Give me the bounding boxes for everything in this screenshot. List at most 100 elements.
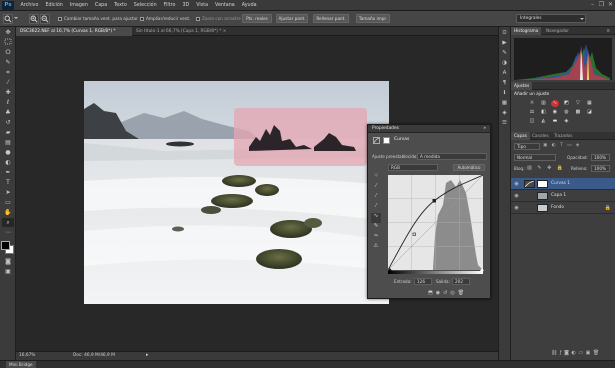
more-tools-icon[interactable]: ⋯ [2,228,14,237]
smooth-curve-icon[interactable]: ≈ [371,233,381,243]
tab-layers[interactable]: Capas [511,132,530,140]
hue-saturation-icon[interactable]: ▦ [585,100,593,107]
quick-mask-icon[interactable]: ◙ [2,257,14,266]
panel-collapse-icon[interactable]: » [483,125,486,133]
zoom-out-icon[interactable] [40,14,50,24]
tab-paths[interactable]: Trazados [551,132,575,140]
tab-channels[interactable]: Canales [529,132,552,140]
mini-bridge-tab[interactable]: Mini Bridge [6,361,36,368]
resize-windows-checkbox[interactable] [58,17,62,21]
menu-ventana[interactable]: Ventana [212,0,239,11]
foreground-color-swatch[interactable] [1,241,10,250]
layer-filter-icons[interactable]: ▣ ◐ T ▭ ◈ [543,143,593,150]
white-point-eyedropper-icon[interactable]: ⁄ [371,203,381,213]
fill-screen-button[interactable]: Rellenar pant. [313,14,349,23]
input-field[interactable]: 126 [414,278,432,285]
channel-mixer-icon[interactable]: ◍ [562,109,570,116]
character-panel-icon[interactable]: A [500,69,509,77]
black-white-icon[interactable]: ◧ [539,109,547,116]
actual-pixels-button[interactable]: Pts. reales [242,14,272,23]
brush-tool-icon[interactable]: ℓ [2,98,14,107]
curves-icon[interactable]: ∿ [550,100,559,107]
tab-adjustments[interactable]: Ajustes [511,82,533,90]
move-tool-icon[interactable]: ✥ [2,28,14,37]
menu-imagen[interactable]: Imagen [66,0,91,11]
history-panel-icon[interactable]: ⏲ [500,29,509,37]
zoom-tool-icon[interactable]: ⌕ [2,218,14,227]
layer-name[interactable]: Curvas 1 [551,178,570,190]
layer-name[interactable]: Capa 1 [551,190,566,202]
channel-select[interactable]: RGB [388,164,438,171]
photo-filter-icon[interactable]: ◉ [551,109,559,116]
doc-info[interactable]: Doc: 46,9 M/46,9 M [73,353,115,358]
threshold-icon[interactable]: ◭ [539,118,547,125]
delete-layer-icon[interactable]: 🗑 [593,350,602,356]
scrubby-zoom-checkbox[interactable] [196,17,200,21]
menu-3d[interactable]: 3D [179,0,193,11]
mask-thumbnail[interactable] [537,180,548,188]
hand-tool-icon[interactable]: ✋ [2,208,14,217]
gradient-map-icon[interactable]: ▬ [551,118,559,125]
tab-histogram[interactable]: Histograma [511,27,542,35]
menu-capa[interactable]: Capa [91,0,110,11]
blend-mode-select[interactable]: Normal [514,154,556,161]
lasso-tool-icon[interactable]: ⵔ [2,48,14,57]
clip-to-layer-icon[interactable]: ⬒ [428,290,433,298]
actions-panel-icon[interactable]: ▶ [500,39,509,47]
layer-name[interactable]: Fondo [551,202,564,214]
menu-edicion[interactable]: Edición [42,0,66,11]
color-panel-icon[interactable]: ◑ [500,59,509,67]
fill-field[interactable]: 100% [591,165,610,172]
exposure-icon[interactable]: ◩ [562,100,570,107]
on-image-adjust-icon[interactable]: ☟ [371,173,381,183]
black-point-eyedropper-icon[interactable]: ⁄ [371,183,381,193]
layer-row-fondo[interactable]: ◉ Fondo 🔒 [511,202,615,214]
black-slider-handle[interactable] [388,268,392,271]
layer-row-capa-1[interactable]: ◉ Capa 1 [511,190,615,202]
marquee-tool-icon[interactable] [2,38,14,47]
selective-color-icon[interactable]: ◈ [562,118,570,125]
tab-sin-titulo[interactable]: Sin título-1 al 66,7% (Capa 1, RGB/8*) *… [132,27,236,36]
curves-graph[interactable] [387,174,484,271]
gradient-tool-icon[interactable]: ▤ [2,138,14,147]
zoom-tool-icon[interactable] [3,14,13,24]
fit-screen-button[interactable]: Ajustar pant. [276,14,308,23]
menu-vista[interactable]: Vista [193,0,212,11]
visibility-eye-icon[interactable]: ◉ [513,193,520,199]
curve-points-icon[interactable]: ∿ [371,213,381,223]
screen-mode-icon[interactable]: ▣ [2,267,14,276]
eyedropper-tool-icon[interactable]: ⁄ [2,78,14,87]
auto-button[interactable]: Automático [453,164,485,171]
opacity-field[interactable]: 100% [591,154,610,161]
close-icon[interactable]: ✕ [606,1,615,9]
reset-icon[interactable]: ↺ [443,290,447,298]
crop-tool-icon[interactable]: ⌗ [2,68,14,77]
color-lookup-icon[interactable]: ▩ [574,109,582,116]
document-image[interactable] [84,81,389,304]
menu-ayuda[interactable]: Ayuda [238,0,260,11]
chevron-down-icon[interactable] [14,17,18,19]
layer-row-curves[interactable]: ◉ Curvas 1 [511,178,615,190]
new-layer-icon[interactable]: ▣ [586,350,593,356]
gray-point-eyedropper-icon[interactable]: ⁄ [371,193,381,203]
quick-select-tool-icon[interactable]: ✎ [2,58,14,67]
healing-brush-tool-icon[interactable]: ✚ [2,88,14,97]
delete-icon[interactable]: 🗑 [458,290,464,298]
tab-close-icon[interactable]: × [223,29,227,34]
tab-dsc3622[interactable]: DSC3622.NEF al 16,7% (Curvas 1, RGB/8*) … [16,27,132,36]
print-size-button[interactable]: Tamaño impr. [356,14,390,23]
brush-panel-icon[interactable]: ✎ [500,49,509,57]
menu-texto[interactable]: Texto [111,0,131,11]
restore-icon[interactable]: ❐ [597,1,606,9]
pencil-curve-icon[interactable]: ✎ [371,223,381,233]
new-group-icon[interactable]: ▭ [578,350,585,356]
styles-panel-icon[interactable]: ◈ [500,109,509,117]
swatches-panel-icon[interactable]: ▦ [500,99,509,107]
history-brush-tool-icon[interactable]: ↺ [2,118,14,127]
blur-tool-icon[interactable]: ● [2,148,14,157]
visibility-eye-icon[interactable]: ◉ [513,205,520,211]
minimize-icon[interactable]: – [588,1,597,9]
output-field[interactable]: 202 [452,278,470,285]
zoom-level[interactable]: 16,67% [19,353,35,358]
color-swatches[interactable] [0,240,15,256]
